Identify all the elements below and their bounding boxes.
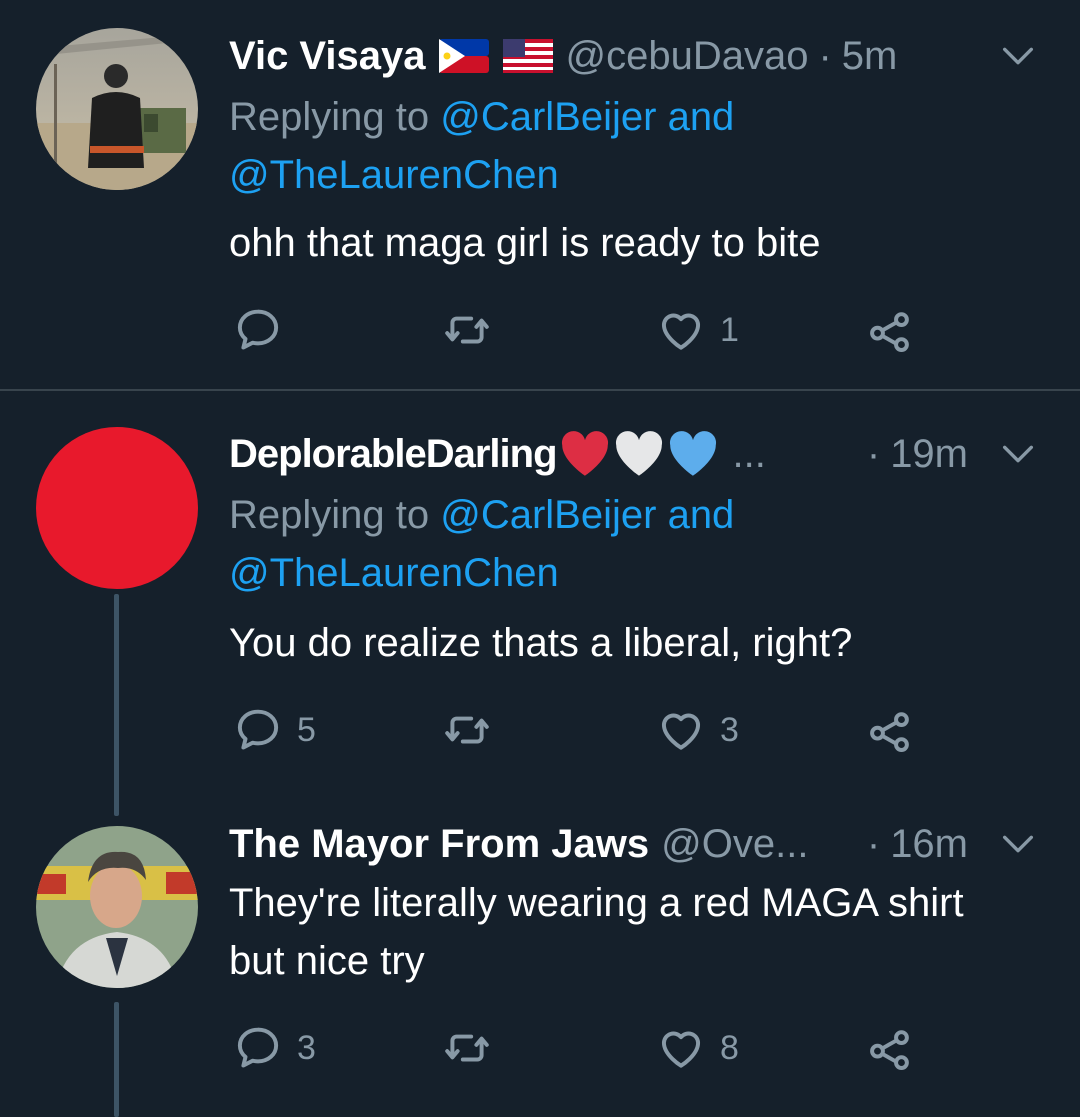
replying-prefix: Replying to — [229, 95, 441, 139]
blue-heart-icon — [669, 431, 716, 476]
handle[interactable]: @cebuDavao — [565, 28, 808, 84]
share-button[interactable] — [865, 304, 915, 356]
tweet-actions: 3 8 — [229, 1022, 949, 1074]
separator-dot: · — [818, 34, 832, 78]
thread-line — [114, 594, 119, 816]
replying-to: Replying to @CarlBeijer and @TheLaurenCh… — [229, 486, 1044, 602]
tweet-text-line: but nice try — [229, 939, 425, 983]
tweet-2[interactable]: DeplorableDarling ... · 19m Replying to … — [0, 392, 1080, 806]
tweet-text: They're literally wearing a red MAGA shi… — [229, 874, 1050, 990]
tweet-actions: 5 3 — [229, 704, 949, 756]
usa-flag-icon — [503, 39, 554, 73]
retweet-button[interactable] — [442, 1022, 506, 1074]
chevron-down-icon[interactable] — [998, 434, 1038, 474]
reply-icon — [233, 305, 283, 355]
handle[interactable]: @Ove... — [661, 816, 808, 872]
red-heart-icon — [561, 431, 608, 476]
tweet-header: The Mayor From Jaws @Ove... · 16m — [229, 816, 1044, 872]
chevron-down-icon[interactable] — [998, 36, 1038, 76]
replying-and[interactable]: and — [656, 95, 735, 139]
tweet-text: ohh that maga girl is ready to bite — [229, 221, 821, 265]
tweet-actions: 1 — [229, 304, 949, 356]
reply-button[interactable] — [233, 304, 297, 356]
chevron-down-icon[interactable] — [998, 824, 1038, 864]
thread-line — [114, 1002, 119, 1117]
philippines-flag-icon — [439, 39, 490, 73]
mention-link[interactable]: @CarlBeijer — [440, 95, 656, 139]
reply-button[interactable]: 3 — [233, 1022, 316, 1074]
share-button[interactable] — [865, 1022, 915, 1074]
like-icon — [656, 705, 706, 755]
share-icon — [865, 1023, 915, 1073]
like-button[interactable]: 1 — [656, 304, 739, 356]
share-button[interactable] — [865, 704, 915, 756]
separator-dot: · — [866, 822, 881, 866]
like-button[interactable]: 8 — [656, 1022, 739, 1074]
display-name[interactable]: The Mayor From Jaws — [229, 816, 649, 872]
retweet-button[interactable] — [442, 704, 506, 756]
like-button[interactable]: 3 — [656, 704, 739, 756]
timestamp[interactable]: 16m — [890, 816, 968, 872]
reply-count: 3 — [297, 1028, 316, 1067]
like-count: 1 — [720, 310, 739, 349]
tweet-header: Vic Visaya @cebuDavao · 5m — [229, 28, 1044, 84]
mention-link[interactable]: @TheLaurenChen — [229, 551, 559, 595]
share-icon — [865, 305, 915, 355]
tweet-3[interactable]: The Mayor From Jaws @Ove... · 16m They'r… — [0, 806, 1080, 1117]
handle[interactable]: ... — [733, 426, 766, 482]
mention-link[interactable]: @CarlBeijer — [440, 493, 656, 537]
separator-dot: · — [866, 432, 881, 476]
retweet-button[interactable] — [442, 304, 506, 356]
timestamp[interactable]: 5m — [842, 28, 898, 84]
mention-link[interactable]: @TheLaurenChen — [229, 153, 559, 197]
retweet-icon — [442, 305, 492, 355]
like-icon — [656, 1023, 706, 1073]
display-name[interactable]: DeplorableDarling — [229, 426, 558, 482]
replying-to: Replying to @CarlBeijer and @TheLaurenCh… — [229, 88, 1044, 204]
retweet-icon — [442, 1023, 492, 1073]
reply-icon — [233, 1023, 283, 1073]
share-icon — [865, 705, 915, 755]
like-count: 3 — [720, 710, 739, 749]
replying-and[interactable]: and — [656, 493, 735, 537]
tweet-1[interactable]: Vic Visaya @cebuDavao · 5m Replying to @… — [0, 0, 1080, 390]
avatar[interactable] — [36, 28, 198, 190]
tweet-text-line: They're literally wearing a red MAGA shi… — [229, 881, 964, 925]
divider — [0, 389, 1080, 391]
retweet-icon — [442, 705, 492, 755]
white-heart-icon — [615, 431, 662, 476]
avatar[interactable] — [36, 427, 198, 589]
avatar[interactable] — [36, 826, 198, 988]
timestamp[interactable]: 19m — [890, 426, 968, 482]
tweet-header: DeplorableDarling ... · 19m — [229, 426, 1044, 482]
reply-count: 5 — [297, 710, 316, 749]
display-name[interactable]: Vic Visaya — [229, 28, 425, 84]
like-icon — [656, 305, 706, 355]
reply-icon — [233, 705, 283, 755]
tweet-text: You do realize thats a liberal, right? — [229, 621, 853, 665]
reply-button[interactable]: 5 — [233, 704, 316, 756]
replying-prefix: Replying to — [229, 493, 441, 537]
like-count: 8 — [720, 1028, 739, 1067]
